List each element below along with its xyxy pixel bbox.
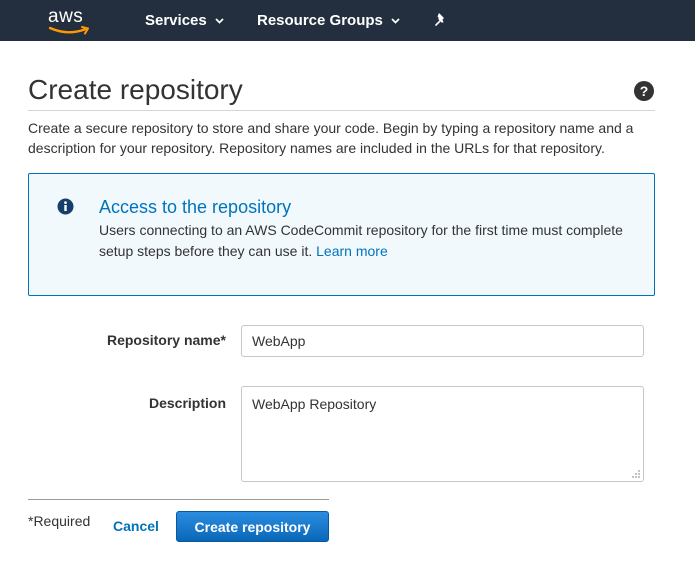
page-title: Create repository <box>28 74 243 105</box>
description-textarea[interactable]: WebApp Repository <box>241 386 644 482</box>
pushpin-icon[interactable] <box>433 12 449 28</box>
info-alert: Access to the repository Users connectin… <box>28 173 655 296</box>
info-circle-icon <box>57 198 74 215</box>
footer-divider <box>28 499 329 500</box>
question-circle-icon[interactable]: ? <box>633 80 655 102</box>
services-menu[interactable]: Services <box>145 12 224 29</box>
page-description: Create a secure repository to store and … <box>28 120 634 156</box>
repository-name-input[interactable] <box>241 325 644 357</box>
top-navigation-bar: aws Services Resource Groups <box>0 0 695 41</box>
info-alert-body: Users connecting to an AWS CodeCommit re… <box>99 220 644 262</box>
required-note: *Required <box>28 513 91 529</box>
create-repository-button[interactable]: Create repository <box>176 511 329 542</box>
learn-more-link[interactable]: Learn more <box>316 243 388 259</box>
aws-smile-icon <box>48 26 89 35</box>
repository-name-label: Repository name* <box>106 332 226 348</box>
description-label: Description <box>148 395 226 411</box>
svg-text:?: ? <box>640 83 649 99</box>
cancel-link[interactable]: Cancel <box>113 518 159 534</box>
info-alert-title: Access to the repository <box>99 197 292 217</box>
chevron-down-icon <box>215 18 224 24</box>
title-divider <box>28 110 655 111</box>
aws-logo-text: aws <box>48 6 84 27</box>
services-menu-label: Services <box>145 12 207 29</box>
aws-logo[interactable]: aws <box>48 6 92 36</box>
resource-groups-menu[interactable]: Resource Groups <box>257 12 400 29</box>
resize-grip-icon[interactable] <box>631 469 641 479</box>
resource-groups-menu-label: Resource Groups <box>257 12 383 29</box>
chevron-down-icon <box>391 18 400 24</box>
